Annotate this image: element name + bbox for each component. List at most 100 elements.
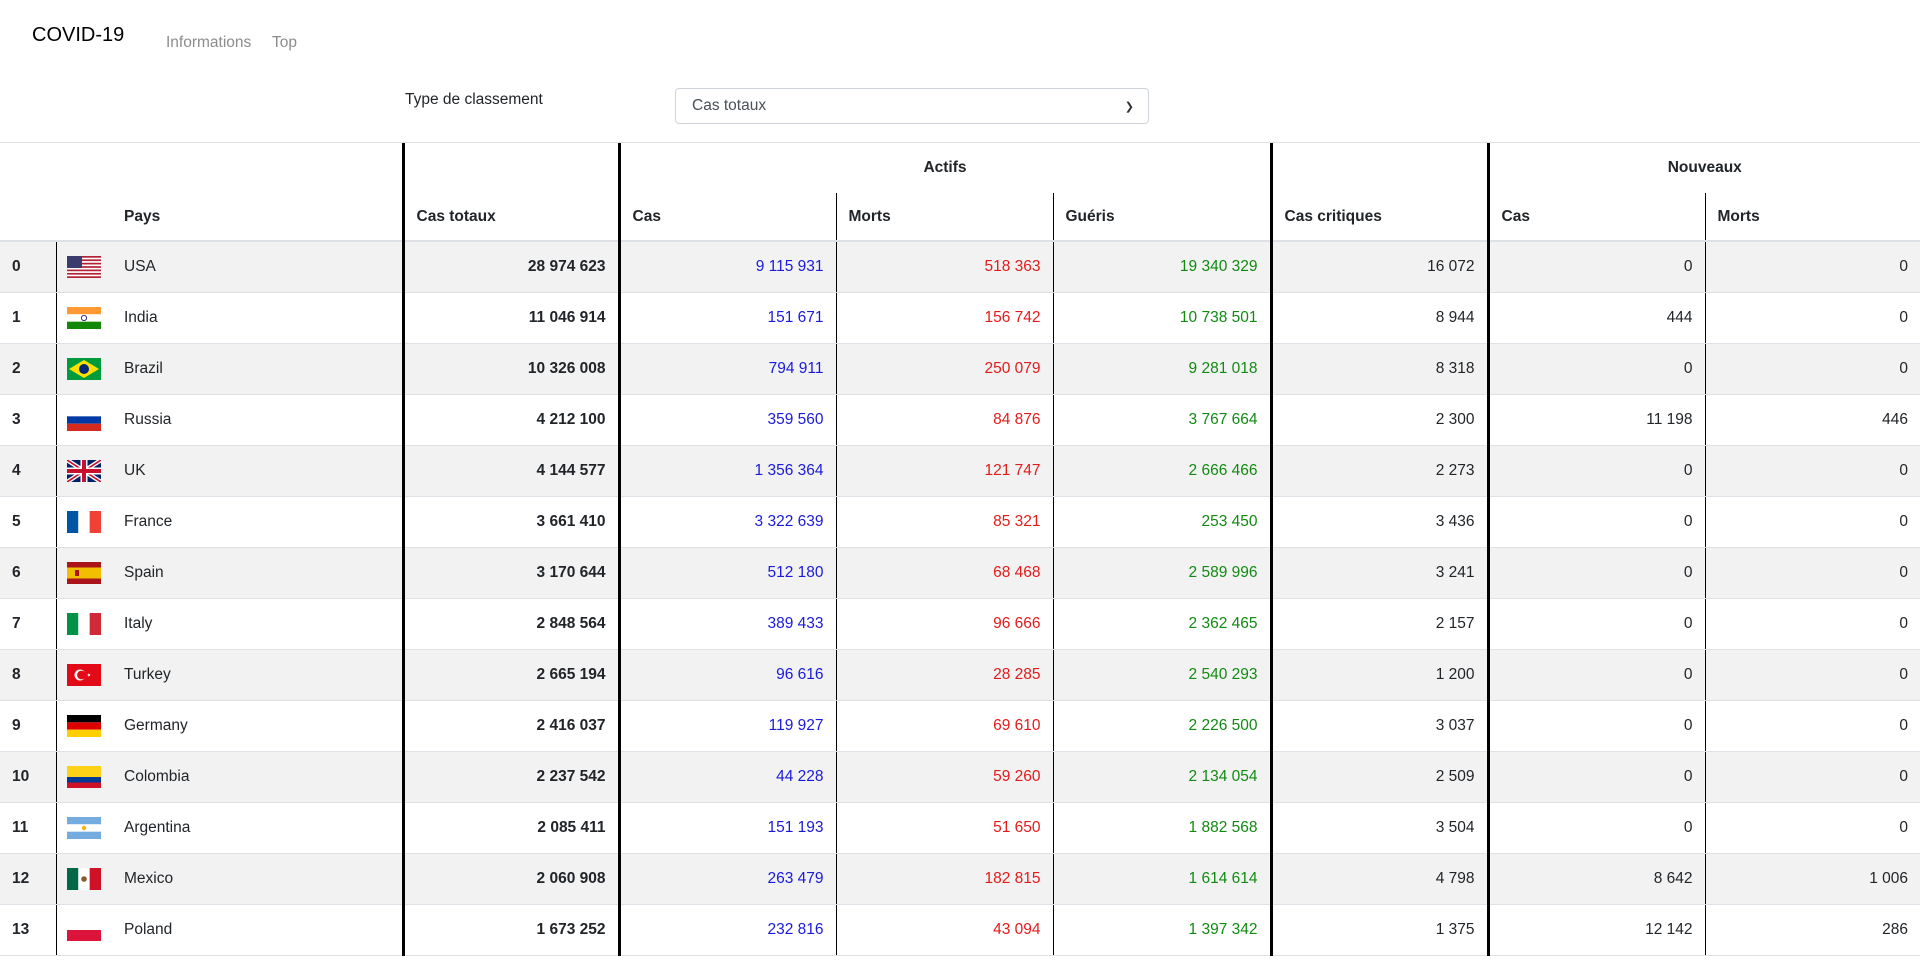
rank-cell: 0 — [0, 241, 57, 293]
table-row[interactable]: 9 Germany 2 416 037 119 927 69 610 2 226 500 3… — [0, 700, 1920, 752]
rank-cell: 12 — [0, 853, 57, 905]
critical-cases-cell: 1 200 — [1271, 649, 1490, 701]
flag-cell — [56, 445, 112, 497]
country-name[interactable]: Turkey — [112, 649, 405, 701]
country-name[interactable]: USA — [112, 241, 405, 293]
new-deaths-cell: 0 — [1705, 751, 1920, 803]
country-name[interactable]: Italy — [112, 598, 405, 650]
country-name[interactable]: Argentina — [112, 802, 405, 854]
india-flag-icon — [66, 306, 101, 329]
table-row[interactable]: 11 Argentina 2 085 411 151 193 51 650 1 882 5… — [0, 802, 1920, 854]
flag-cell — [56, 802, 112, 854]
recovered-cell: 10 738 501 — [1053, 292, 1273, 344]
table-row[interactable]: 2 Brazil 10 326 008 794 911 250 079 9 281 018… — [0, 343, 1920, 395]
deaths-cell: 156 742 — [836, 292, 1054, 344]
active-cases-cell: 359 560 — [619, 394, 837, 446]
total-cases-cell: 4 144 577 — [403, 445, 621, 497]
recovered-cell: 1 614 614 — [1053, 853, 1273, 905]
col-header-nouveaux-cas[interactable]: Cas — [1488, 193, 1706, 242]
col-header-actifs-cas[interactable]: Cas — [619, 193, 837, 242]
recovered-cell: 2 362 465 — [1053, 598, 1273, 650]
col-header-gueris[interactable]: Guéris — [1053, 193, 1273, 242]
poland-flag-icon — [66, 918, 101, 941]
new-cases-cell: 0 — [1488, 649, 1706, 701]
critical-cases-cell: 2 273 — [1271, 445, 1490, 497]
ranking-type-select[interactable]: Cas totaux ❯ — [675, 88, 1149, 124]
country-name[interactable]: Colombia — [112, 751, 405, 803]
table-row[interactable]: 10 Colombia 2 237 542 44 228 59 260 2 134 054… — [0, 751, 1920, 803]
table-row[interactable]: 8 Turkey 2 665 194 96 616 28 285 2 540 293 1 2… — [0, 649, 1920, 701]
deaths-cell: 518 363 — [836, 241, 1054, 293]
table-row[interactable]: 6 Spain 3 170 644 512 180 68 468 2 589 996 3 2… — [0, 547, 1920, 599]
navbar: COVID-19 Informations Top — [0, 0, 1920, 70]
critical-cases-cell: 3 504 — [1271, 802, 1490, 854]
country-name[interactable]: Poland — [112, 904, 405, 956]
critical-cases-cell: 16 072 — [1271, 241, 1490, 293]
table-row[interactable]: 13 Poland 1 673 252 232 816 43 094 1 397 342 1… — [0, 904, 1920, 956]
total-cases-cell: 3 170 644 — [403, 547, 621, 599]
flag-cell — [56, 853, 112, 905]
country-name[interactable]: Russia — [112, 394, 405, 446]
country-name[interactable]: Mexico — [112, 853, 405, 905]
active-cases-cell: 512 180 — [619, 547, 837, 599]
critical-cases-cell: 1 375 — [1271, 904, 1490, 956]
rank-cell: 3 — [0, 394, 57, 446]
country-name[interactable]: India — [112, 292, 405, 344]
table-row[interactable]: 1 India 11 046 914 151 671 156 742 10 738 501… — [0, 292, 1920, 344]
col-header-cas-critiques[interactable]: Cas critiques — [1271, 193, 1490, 242]
table-row[interactable]: 12 Mexico 2 060 908 263 479 182 815 1 614 614… — [0, 853, 1920, 905]
brand-title[interactable]: COVID-19 — [32, 24, 124, 47]
total-cases-cell: 2 848 564 — [403, 598, 621, 650]
table-row[interactable]: 3 Russia 4 212 100 359 560 84 876 3 767 664 2 … — [0, 394, 1920, 446]
new-cases-cell: 0 — [1488, 547, 1706, 599]
critical-cases-cell: 2 300 — [1271, 394, 1490, 446]
col-header-nouveaux-morts[interactable]: Morts — [1705, 193, 1920, 242]
rank-cell: 2 — [0, 343, 57, 395]
recovered-cell: 19 340 329 — [1053, 241, 1273, 293]
country-name[interactable]: Brazil — [112, 343, 405, 395]
country-name[interactable]: France — [112, 496, 405, 548]
covid-table-body: 0 USA 28 974 623 9 115 931 518 363 19 340 329… — [0, 241, 1920, 956]
nav-link-top[interactable]: Top — [272, 34, 297, 52]
deaths-cell: 85 321 — [836, 496, 1054, 548]
active-cases-cell: 794 911 — [619, 343, 837, 395]
active-cases-cell: 389 433 — [619, 598, 837, 650]
critical-cases-cell: 3 037 — [1271, 700, 1490, 752]
new-deaths-cell: 0 — [1705, 547, 1920, 599]
new-cases-cell: 11 198 — [1488, 394, 1706, 446]
new-deaths-cell: 0 — [1705, 241, 1920, 293]
nav-link-informations[interactable]: Informations — [166, 34, 251, 52]
covid-table-container[interactable]: Actifs Nouveaux Pays Cas totaux Cas Mort… — [0, 142, 1920, 970]
total-cases-cell: 10 326 008 — [403, 343, 621, 395]
total-cases-cell: 28 974 623 — [403, 241, 621, 293]
total-cases-cell: 11 046 914 — [403, 292, 621, 344]
table-row[interactable]: 7 Italy 2 848 564 389 433 96 666 2 362 465 2 1… — [0, 598, 1920, 650]
recovered-cell: 3 767 664 — [1053, 394, 1273, 446]
total-cases-cell: 2 416 037 — [403, 700, 621, 752]
rank-cell: 13 — [0, 904, 57, 956]
rank-cell: 11 — [0, 802, 57, 854]
total-cases-cell: 1 673 252 — [403, 904, 621, 956]
flag-cell — [56, 649, 112, 701]
table-row[interactable]: 5 France 3 661 410 3 322 639 85 321 253 450 3 … — [0, 496, 1920, 548]
colombia-flag-icon — [66, 765, 101, 788]
country-name[interactable]: Spain — [112, 547, 405, 599]
country-name[interactable]: Germany — [112, 700, 405, 752]
new-deaths-cell: 0 — [1705, 496, 1920, 548]
active-cases-cell: 263 479 — [619, 853, 837, 905]
active-cases-cell: 1 356 364 — [619, 445, 837, 497]
country-name[interactable]: UK — [112, 445, 405, 497]
col-header-actifs-morts[interactable]: Morts — [836, 193, 1054, 242]
deaths-cell: 84 876 — [836, 394, 1054, 446]
brazil-flag-icon — [66, 357, 101, 380]
col-header-cas-totaux[interactable]: Cas totaux — [403, 193, 621, 242]
new-deaths-cell: 446 — [1705, 394, 1920, 446]
new-deaths-cell: 1 006 — [1705, 853, 1920, 905]
new-deaths-cell: 286 — [1705, 904, 1920, 956]
argentina-flag-icon — [66, 816, 101, 839]
recovered-cell: 2 134 054 — [1053, 751, 1273, 803]
table-row[interactable]: 0 USA 28 974 623 9 115 931 518 363 19 340 329… — [0, 241, 1920, 293]
col-header-pays[interactable]: Pays — [112, 193, 405, 242]
table-row[interactable]: 4 UK 4 144 577 1 356 364 121 747 2 666 466 2 2… — [0, 445, 1920, 497]
ranking-type-label: Type de classement — [405, 91, 543, 108]
